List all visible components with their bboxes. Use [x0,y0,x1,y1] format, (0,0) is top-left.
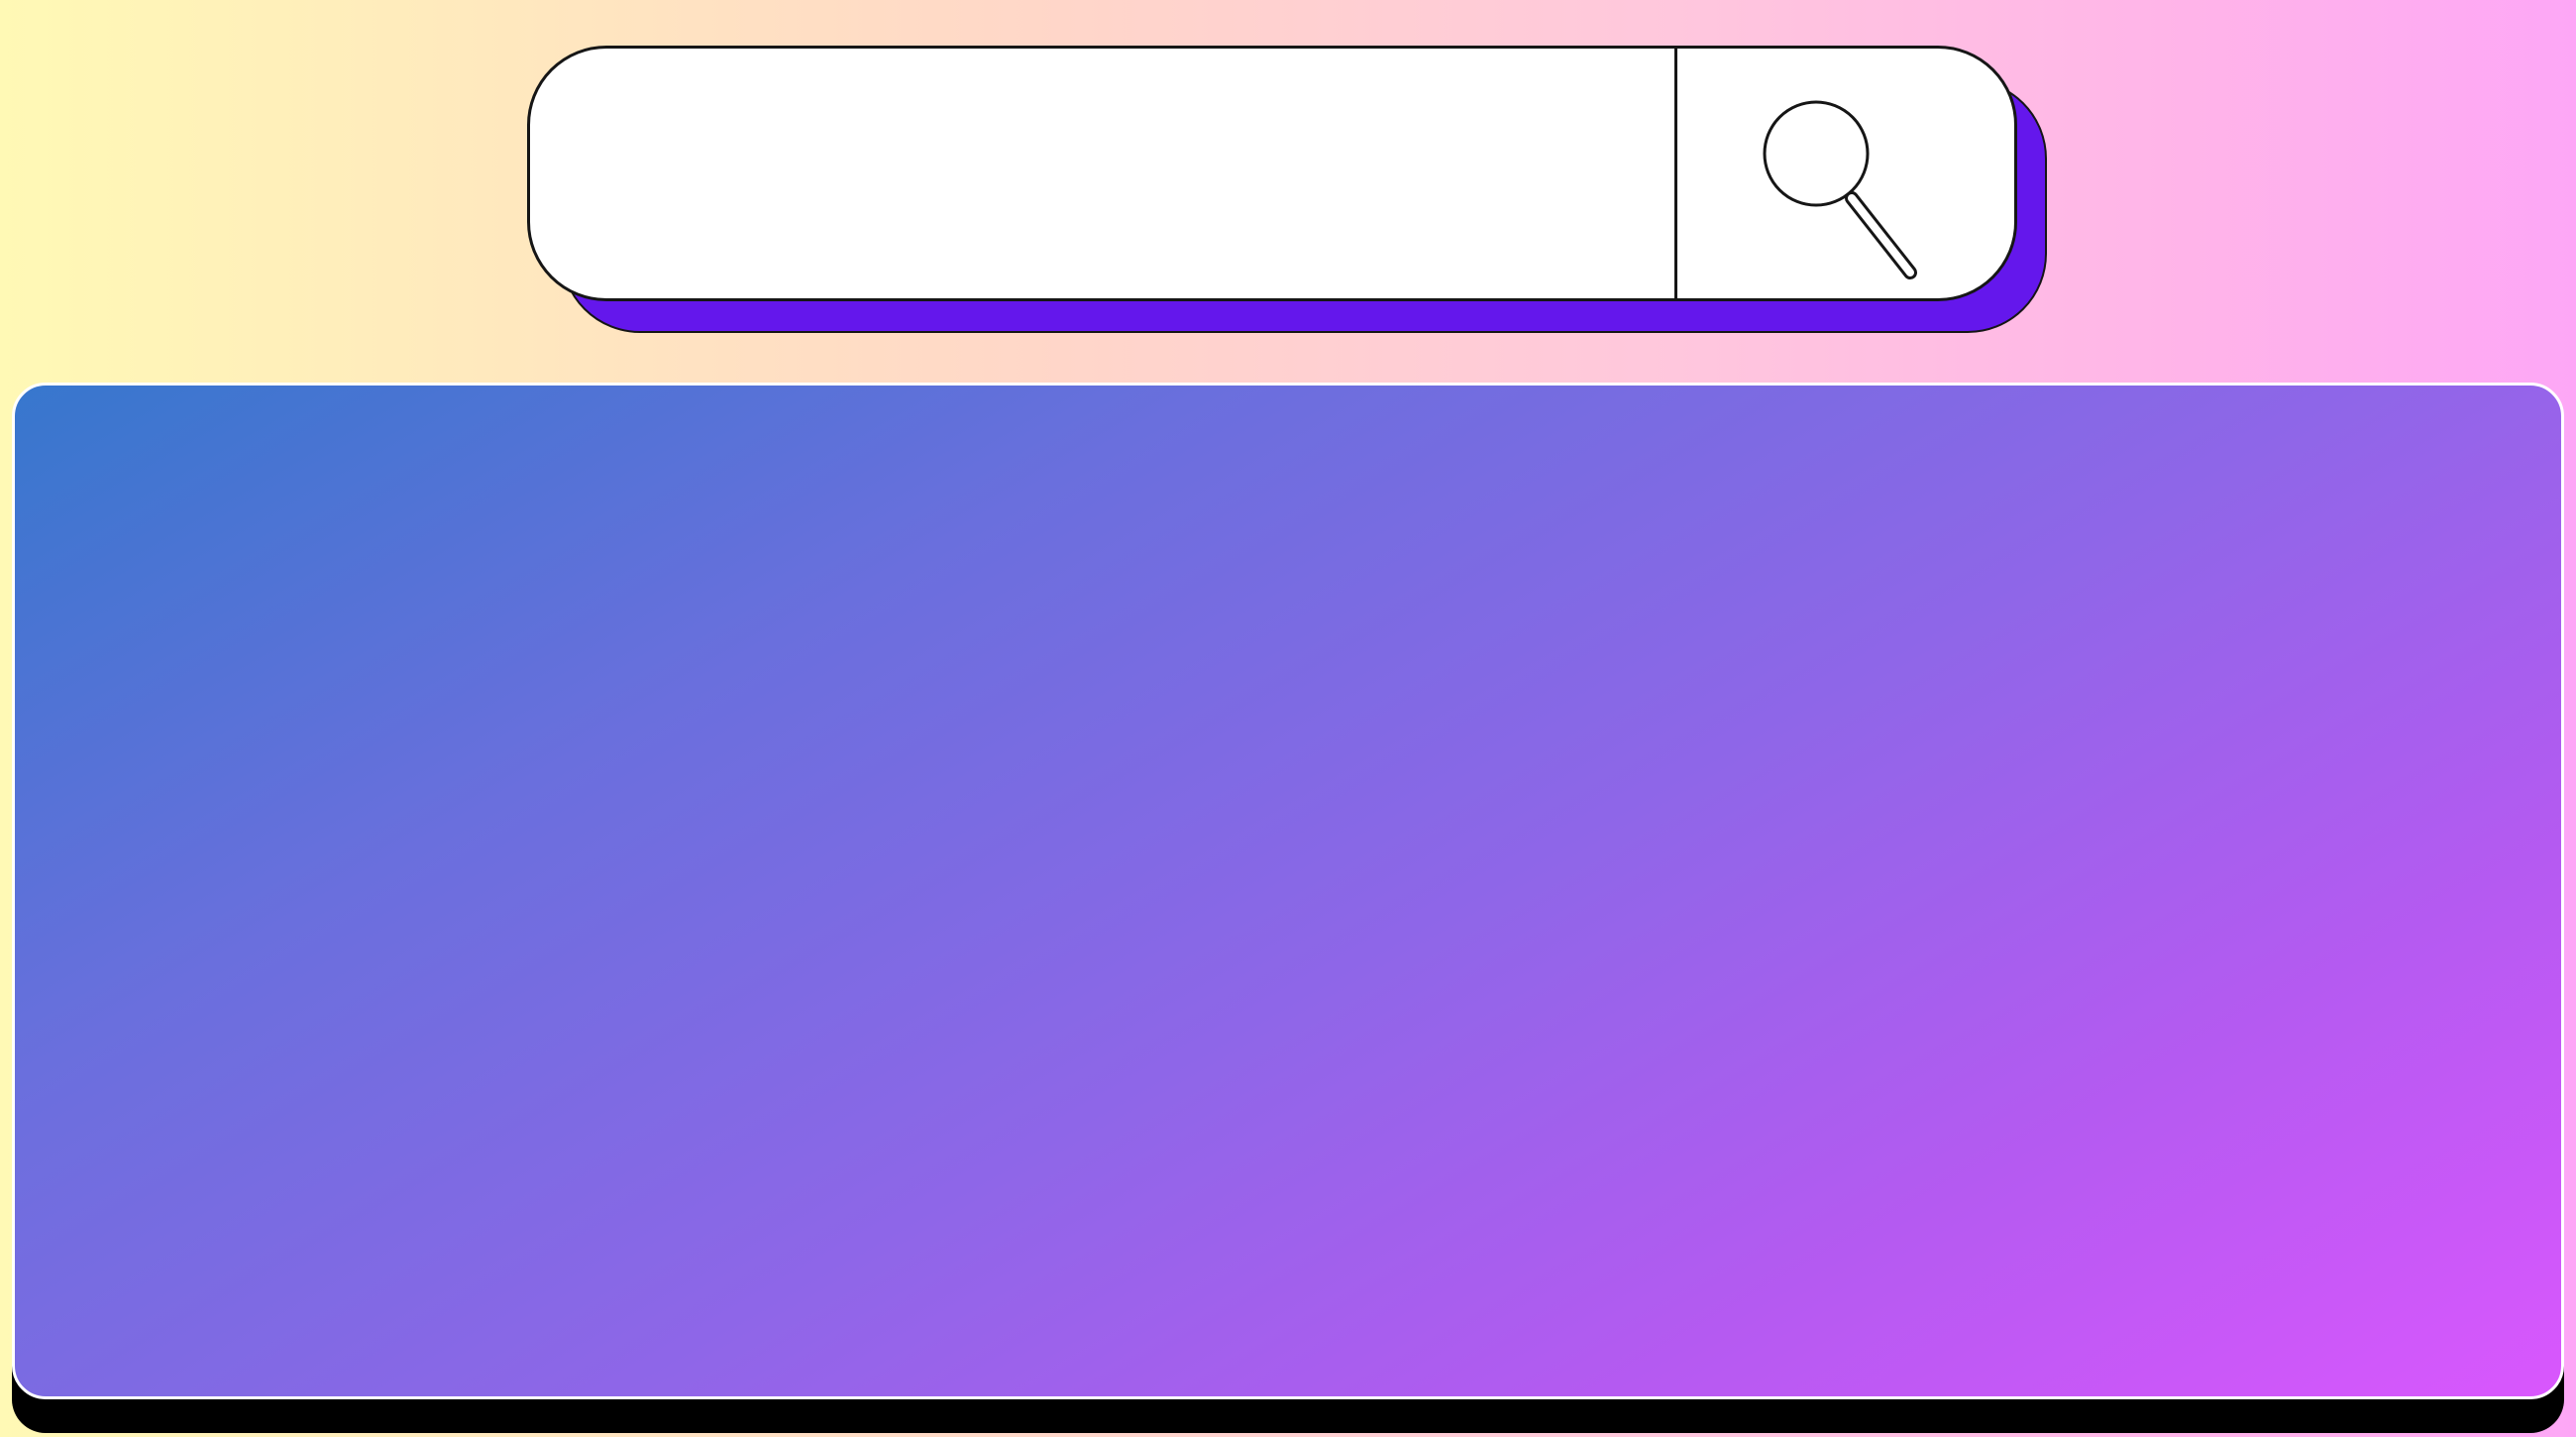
search-input[interactable] [530,49,1674,298]
search-bar [527,46,2049,335]
content-panel-wrap [12,383,2564,1433]
search-box [527,46,2017,301]
content-panel [12,383,2564,1399]
search-button[interactable] [1677,49,2014,298]
search-icon [1763,100,1917,279]
